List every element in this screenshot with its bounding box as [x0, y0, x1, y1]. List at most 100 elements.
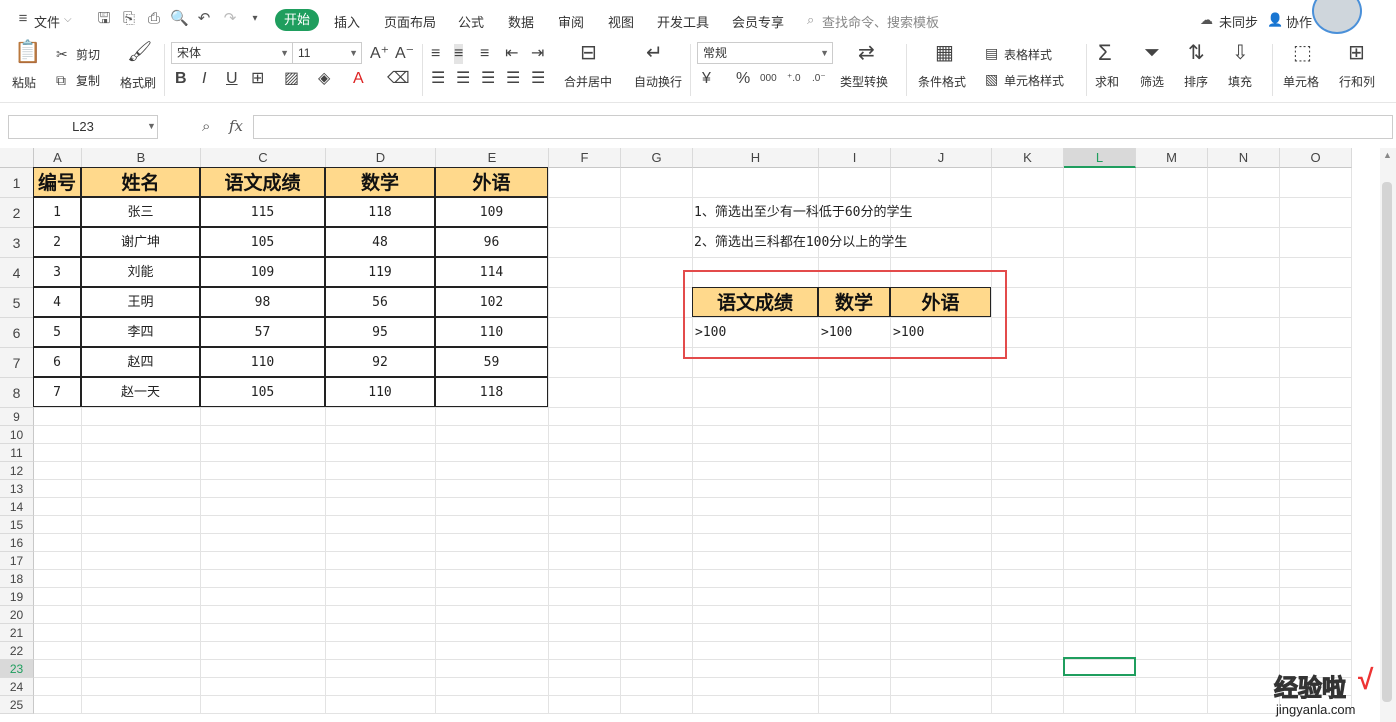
cell-icon[interactable]: ⬚ [1293, 43, 1312, 63]
row-header-23[interactable]: 23 [0, 660, 34, 678]
paste-button[interactable]: 粘贴 [12, 74, 36, 91]
avatar[interactable] [1312, 0, 1362, 34]
table-cell[interactable]: 96 [435, 227, 548, 257]
row-header-10[interactable]: 10 [0, 426, 34, 444]
copy-icon[interactable]: ⧉ [56, 70, 66, 90]
align-left-icon[interactable]: ☰ [431, 69, 445, 89]
undo-icon[interactable]: ↶ [195, 10, 213, 28]
row-header-9[interactable]: 9 [0, 408, 34, 426]
paste-icon[interactable]: 📋 [14, 41, 41, 63]
row-header-17[interactable]: 17 [0, 552, 34, 570]
row-col-icon[interactable]: ⊞ [1348, 43, 1365, 63]
tab-view[interactable]: 视图 [608, 12, 634, 31]
fx-icon[interactable]: fx [229, 117, 243, 135]
number-format-select[interactable]: 常规 ▼ [697, 42, 833, 64]
row-header-7[interactable]: 7 [0, 348, 34, 378]
table-cell[interactable]: 57 [200, 317, 325, 347]
column-header-d[interactable]: D [326, 148, 436, 168]
row-header-22[interactable]: 22 [0, 642, 34, 660]
zoom-search-icon[interactable]: ⌕ [202, 118, 210, 135]
column-header-i[interactable]: I [819, 148, 891, 168]
underline-icon[interactable]: U [226, 69, 238, 89]
clear-format-icon[interactable]: ⌫ [387, 69, 410, 89]
cell-style-button[interactable]: 单元格样式 [1004, 72, 1064, 89]
indent-decrease-icon[interactable]: ⇤ [505, 44, 518, 64]
cell-button[interactable]: 单元格 [1283, 73, 1319, 90]
distributed-icon[interactable]: ☰ [531, 69, 545, 89]
tab-data[interactable]: 数据 [508, 12, 534, 31]
table-cell[interactable]: 1 [33, 197, 81, 227]
table-cell[interactable]: 105 [200, 377, 325, 407]
percent-button[interactable]: % [736, 69, 750, 89]
font-color-icon[interactable]: A [353, 69, 364, 89]
formula-input[interactable] [253, 115, 1393, 139]
table-cell[interactable]: 59 [435, 347, 548, 377]
justify-icon[interactable]: ☰ [506, 69, 520, 89]
row-header-5[interactable]: 5 [0, 288, 34, 318]
table-cell[interactable]: 115 [200, 197, 325, 227]
search-icon[interactable]: ⌕ [807, 12, 814, 28]
column-header-c[interactable]: C [201, 148, 326, 168]
selected-cell[interactable] [1063, 657, 1136, 676]
row-header-25[interactable]: 25 [0, 696, 34, 714]
table-cell[interactable]: 李四 [81, 317, 200, 347]
row-header-6[interactable]: 6 [0, 318, 34, 348]
row-header-12[interactable]: 12 [0, 462, 34, 480]
print-preview-icon[interactable]: 🔍 [170, 10, 189, 28]
sync-status[interactable]: 未同步 [1219, 12, 1258, 31]
hamburger-menu-icon[interactable]: ≡ [14, 10, 32, 28]
filter-button[interactable]: 筛选 [1140, 73, 1164, 90]
tab-membership[interactable]: 会员专享 [732, 12, 784, 31]
row-header-13[interactable]: 13 [0, 480, 34, 498]
merge-center-button[interactable]: 合并居中 [564, 73, 612, 90]
sum-button[interactable]: 求和 [1095, 73, 1119, 90]
column-header-m[interactable]: M [1136, 148, 1208, 168]
table-cell[interactable]: 王明 [81, 287, 200, 317]
column-header-k[interactable]: K [992, 148, 1064, 168]
row-header-21[interactable]: 21 [0, 624, 34, 642]
fill-color-icon[interactable]: ◈ [318, 69, 330, 89]
select-all-corner[interactable] [0, 148, 34, 168]
table-cell[interactable]: 5 [33, 317, 81, 347]
column-header-g[interactable]: G [621, 148, 693, 168]
cut-button[interactable]: 剪切 [76, 46, 100, 63]
table-style-icon[interactable]: ▤ [985, 43, 998, 63]
cond-format-button[interactable]: 条件格式 [918, 73, 966, 90]
conditional-format-icon[interactable]: ▦ [935, 43, 954, 63]
align-bottom-icon[interactable]: ≡ [480, 44, 489, 64]
row-header-2[interactable]: 2 [0, 198, 34, 228]
row-header-4[interactable]: 4 [0, 258, 34, 288]
table-cell[interactable]: 刘能 [81, 257, 200, 287]
sheet-grid[interactable]: A B C D E F G H I J K L M N O 1 2 3 4 5 6 7 8 9 10 11 12 13 14 15 16 17… [0, 148, 1380, 722]
table-cell[interactable]: 118 [435, 377, 548, 407]
table-cell[interactable]: 3 [33, 257, 81, 287]
table-cell[interactable]: 56 [325, 287, 435, 317]
row-header-1[interactable]: 1 [0, 168, 34, 198]
increase-font-icon[interactable]: A⁺ [370, 44, 389, 64]
align-center-icon[interactable]: ☰ [456, 69, 470, 89]
table-cell[interactable]: 119 [325, 257, 435, 287]
align-middle-icon[interactable]: ≡ [454, 44, 464, 64]
border-icon[interactable]: ⊞ [251, 69, 264, 89]
name-box-dropdown-icon[interactable]: ▼ [147, 121, 156, 131]
file-menu[interactable]: 文件 [34, 12, 60, 31]
table-cell[interactable]: 48 [325, 227, 435, 257]
tab-insert[interactable]: 插入 [334, 12, 360, 31]
command-search-input[interactable]: 查找命令、搜索模板 [822, 12, 939, 31]
cell-style-icon[interactable]: ▧ [985, 69, 998, 89]
table-cell[interactable]: 98 [200, 287, 325, 317]
scissors-icon[interactable]: ✂ [56, 44, 68, 64]
row-col-button[interactable]: 行和列 [1339, 73, 1375, 90]
currency-button[interactable]: ¥ [702, 69, 711, 89]
convert-icon[interactable]: ⇄ [858, 43, 875, 63]
export-icon[interactable]: ⎘ [120, 10, 138, 28]
sort-button[interactable]: 排序 [1184, 73, 1208, 90]
table-cell[interactable]: 110 [200, 347, 325, 377]
table-cell[interactable]: 95 [325, 317, 435, 347]
tab-review[interactable]: 审阅 [558, 12, 584, 31]
table-cell[interactable]: 109 [200, 257, 325, 287]
table-cell[interactable]: 118 [325, 197, 435, 227]
row-header-14[interactable]: 14 [0, 498, 34, 516]
table-cell[interactable]: 110 [435, 317, 548, 347]
decrease-decimal-icon[interactable]: .0⁻ [812, 69, 826, 89]
